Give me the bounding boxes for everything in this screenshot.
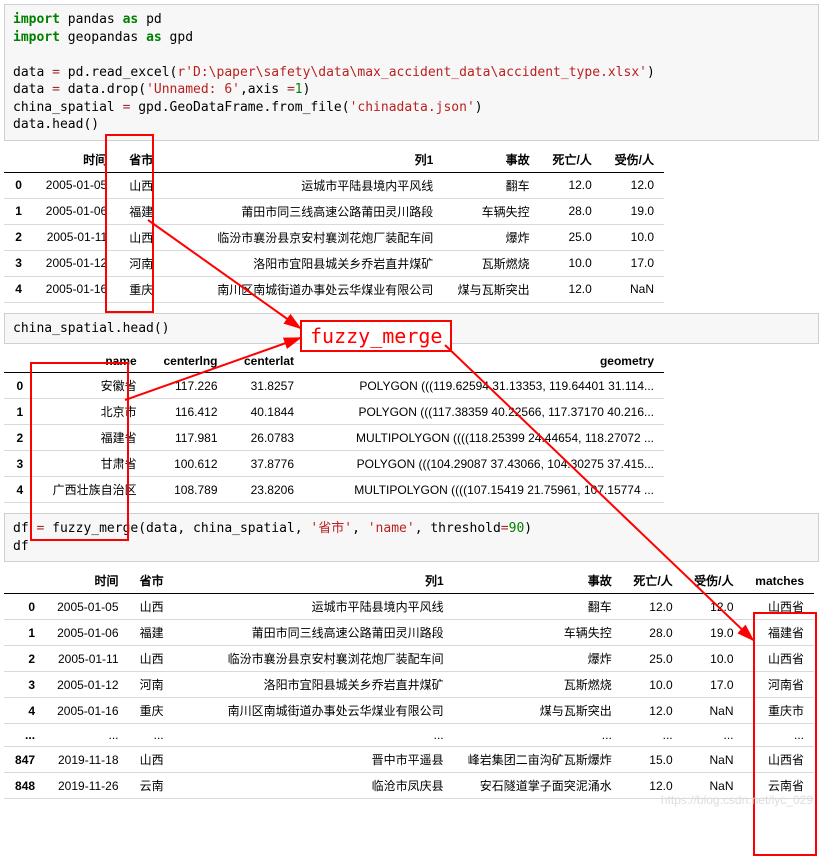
table-row: 12005-01-06福建莆田市同三线高速公路莆田灵川路段车辆失控28.019.… [4, 620, 814, 646]
col-lat: centerlat [228, 350, 305, 373]
table-row: 3甘肃省100.61237.8776POLYGON (((104.29087 3… [4, 451, 664, 477]
table-row: 8482019-11-26云南临沧市凤庆县安石隧道掌子面突泥涌水12.0NaN云… [4, 773, 814, 799]
kw-import: import [13, 12, 60, 27]
table-row: 42005-01-16重庆南川区南城街道办事处云华煤业有限公司煤与瓦斯突出12.… [4, 698, 814, 724]
idx-header [4, 147, 32, 173]
table-row: 32005-01-12河南洛阳市宜阳县城关乡乔岩直井煤矿瓦斯燃烧10.017.0… [4, 672, 814, 698]
col-time: 时间 [32, 147, 117, 173]
code-cell-3: df = fuzzy_merge(data, china_spatial, '省… [4, 513, 819, 562]
table-row: 0安徽省117.22631.8257POLYGON (((119.62594 3… [4, 373, 664, 399]
table-row: 22005-01-11山西临汾市襄汾县京安村襄浏花炮厂装配车间爆炸25.010.… [4, 224, 664, 250]
table-row: 22005-01-11山西临汾市襄汾县京安村襄浏花炮厂装配车间爆炸25.010.… [4, 646, 814, 672]
col-matches: matches [744, 568, 815, 594]
col-name: name [33, 350, 147, 373]
table-row: 2福建省117.98126.0783MULTIPOLYGON ((((118.2… [4, 425, 664, 451]
table-row: ........................ [4, 724, 814, 747]
col-injury: 受伤/人 [602, 147, 664, 173]
col-geom: geometry [304, 350, 664, 373]
col-death: 死亡/人 [540, 147, 602, 173]
dataframe-2: name centerlng centerlat geometry 0安徽省11… [4, 350, 664, 503]
table-row: 1北京市116.41240.1844POLYGON (((117.38359 4… [4, 399, 664, 425]
code-cell-1: import pandas as pd import geopandas as … [4, 4, 819, 141]
dataframe-1: 时间 省市 列1 事故 死亡/人 受伤/人 02005-01-05山西运城市平陆… [4, 147, 664, 303]
col-lng: centerlng [147, 350, 228, 373]
table-row: 32005-01-12河南洛阳市宜阳县城关乡乔岩直井煤矿瓦斯燃烧10.017.0 [4, 250, 664, 276]
table-row: 8472019-11-18山西晋中市平遥县峰岩集团二亩沟矿瓦斯爆炸15.0NaN… [4, 747, 814, 773]
dataframe-3: 时间 省市 列1 事故 死亡/人 受伤/人 matches 02005-01-0… [4, 568, 814, 799]
col-province: 省市 [117, 147, 163, 173]
table-row: 02005-01-05山西运城市平陆县境内平风线翻车12.012.0 [4, 172, 664, 198]
col-lie1: 列1 [163, 147, 443, 173]
table-row: 02005-01-05山西运城市平陆县境内平风线翻车12.012.0山西省 [4, 594, 814, 620]
col-accident: 事故 [443, 147, 539, 173]
table-row: 12005-01-06福建莆田市同三线高速公路莆田灵川路段车辆失控28.019.… [4, 198, 664, 224]
table-row: 42005-01-16重庆南川区南城街道办事处云华煤业有限公司煤与瓦斯突出12.… [4, 276, 664, 302]
table-row: 4广西壮族自治区108.78923.8206MULTIPOLYGON ((((1… [4, 477, 664, 503]
code-cell-2: china_spatial.head() [4, 313, 819, 345]
